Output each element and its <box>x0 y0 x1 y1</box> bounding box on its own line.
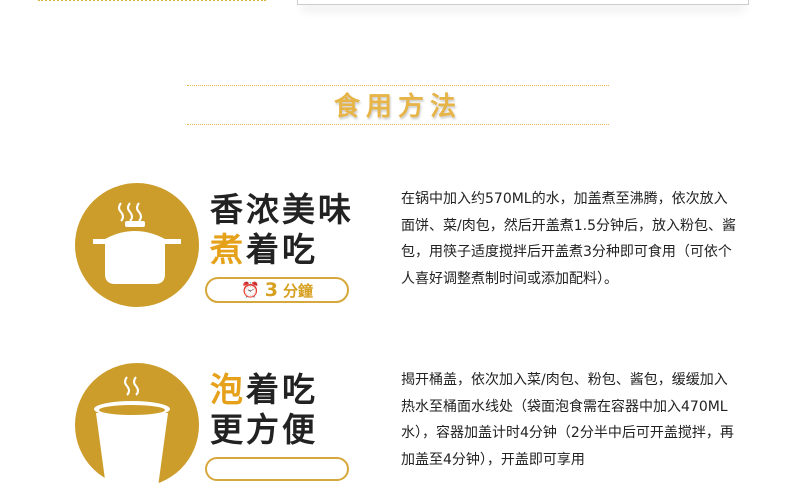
top-panel <box>297 0 749 5</box>
badge-number: 3 <box>264 279 278 301</box>
section-title: 食用方法 <box>333 92 462 122</box>
pot-icon <box>75 183 199 307</box>
title-line-2: 更方便 <box>210 410 318 449</box>
time-badge: ⏰ 3 分鐘 <box>205 277 349 303</box>
title-line-1: 香浓美味 <box>210 190 354 229</box>
title-line-2: 煮着吃 <box>210 230 354 270</box>
badge-unit: 分鐘 <box>282 281 313 300</box>
title-rest: 着吃 <box>246 370 318 409</box>
top-divider <box>38 0 266 1</box>
cup-icon <box>75 363 199 487</box>
highlight-word: 泡 <box>210 370 246 409</box>
title-line-1: 泡着吃 <box>210 370 318 410</box>
method-boil-title: 香浓美味 煮着吃 <box>210 190 354 270</box>
method-soak-description: 揭开桶盖，依次加入菜/肉包、粉包、酱包，缓缓加入热水至桶面水线处（袋面泡食需在容… <box>401 372 734 468</box>
method-soak-title: 泡着吃 更方便 <box>210 370 318 450</box>
title-rest: 着吃 <box>246 230 318 269</box>
title-rule-bottom <box>187 124 609 125</box>
method-boil-description: 在锅中加入约570ML的水，加盖煮至沸腾，依次放入面饼、菜/肉包，然后开盖煮1.… <box>401 191 736 287</box>
alarm-clock-icon: ⏰ <box>241 281 260 299</box>
highlight-word: 煮 <box>210 230 246 269</box>
time-badge-partial <box>205 457 349 481</box>
